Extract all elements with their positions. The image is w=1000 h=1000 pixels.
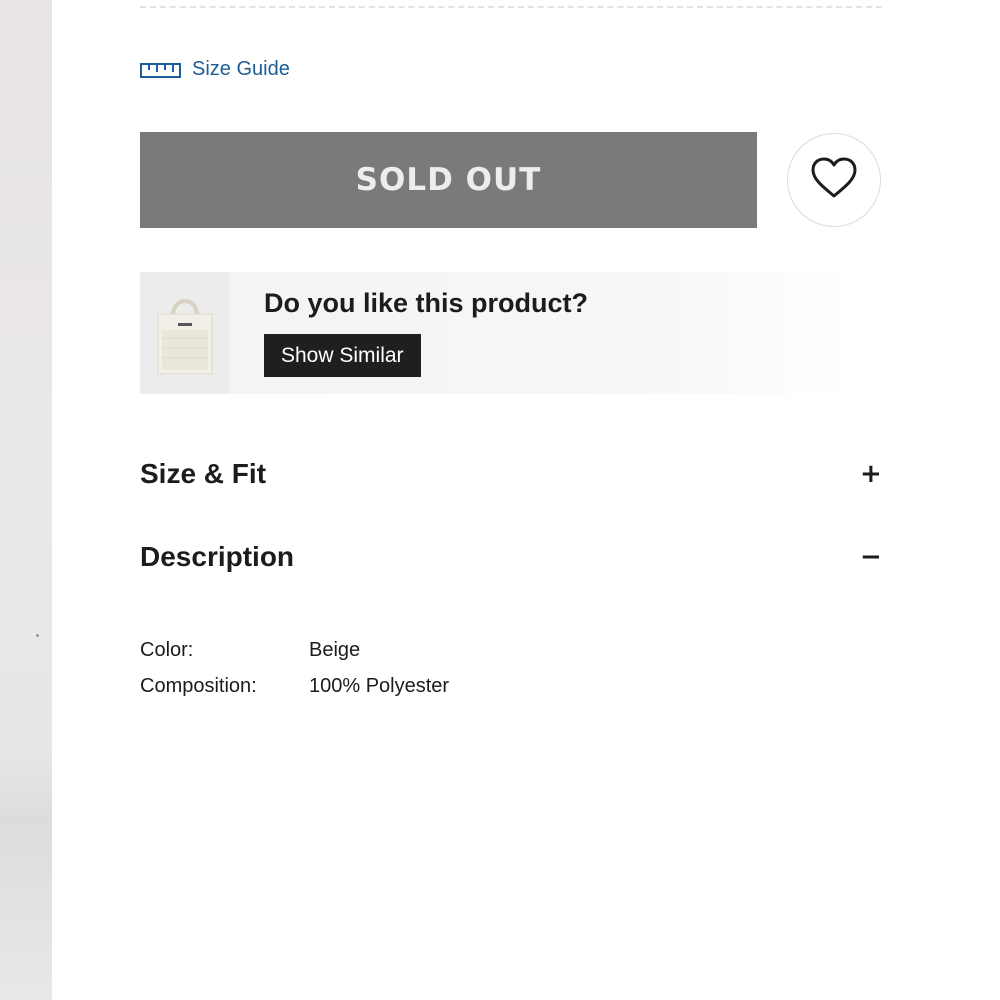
size-guide-label: Size Guide [192,58,290,80]
sold-out-button[interactable]: SOLD OUT [140,132,757,228]
detail-key: Color: [140,638,194,661]
product-page: Size Guide SOLD OUT Do you like this pro… [0,0,1000,1000]
image-speck [36,634,39,637]
product-image-edge [0,0,52,1000]
minus-icon[interactable]: − [860,542,882,572]
dashed-divider [140,6,882,8]
detail-value: 100% Polyester [309,674,450,697]
heart-icon [811,157,857,204]
description-details: Color: Beige Composition: 100% Polyester [140,632,449,704]
detail-key: Composition: [140,674,257,697]
accordion-description[interactable]: Description − [140,541,882,573]
detail-row-color: Color: Beige [140,632,449,668]
accordion-title: Description [140,541,295,572]
similar-prompt-title: Do you like this product? [264,288,589,318]
tote-bag-image [140,272,230,394]
detail-row-composition: Composition: 100% Polyester [140,668,449,704]
accordion-size-fit[interactable]: Size & Fit + [140,458,882,490]
show-similar-button[interactable]: Show Similar [264,334,421,377]
similar-products-card: Do you like this product? Show Similar [140,272,852,394]
ruler-icon [140,61,182,79]
size-guide-link[interactable]: Size Guide [140,58,290,81]
accordion-title: Size & Fit [140,458,267,489]
plus-icon[interactable]: + [860,459,882,489]
product-thumbnail[interactable] [140,272,230,394]
detail-value: Beige [309,638,361,661]
wishlist-button[interactable] [787,133,881,227]
